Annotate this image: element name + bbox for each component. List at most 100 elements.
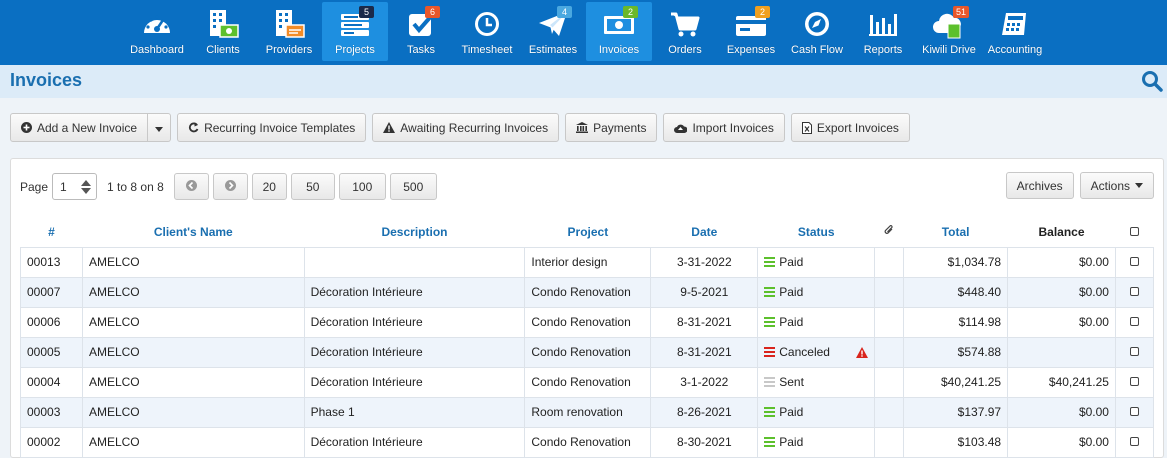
row-checkbox[interactable] <box>1129 287 1139 296</box>
invoice-total: $137.97 <box>903 396 1009 428</box>
invoice-number[interactable]: 00004 <box>20 366 83 398</box>
column-header-number[interactable]: # <box>21 217 83 247</box>
invoice-number[interactable]: 00003 <box>20 396 83 428</box>
add-invoice-button[interactable]: Add a New Invoice <box>10 113 149 142</box>
nav-item-cashflow[interactable]: Cash Flow <box>784 2 850 61</box>
nav-item-invoices[interactable]: 2 Invoices <box>586 2 652 61</box>
invoice-balance: $0.00 <box>1007 396 1116 428</box>
nav-item-accounting[interactable]: Accounting <box>982 2 1048 61</box>
status-bars-icon <box>764 286 776 298</box>
table-row[interactable]: 00003 AMELCO Phase 1 Room renovation 8-26-20… <box>20 396 1155 428</box>
row-checkbox[interactable] <box>1129 407 1139 416</box>
nav-item-estimates[interactable]: 4 Estimates <box>520 2 586 61</box>
status-bars-icon <box>764 406 776 418</box>
row-checkbox[interactable] <box>1129 377 1139 386</box>
awaiting-recurring-button[interactable]: Awaiting Recurring Invoices <box>372 113 560 142</box>
nav-item-timesheet[interactable]: Timesheet <box>454 2 520 61</box>
recurring-templates-label: Recurring Invoice Templates <box>204 120 356 135</box>
nav-label: Providers <box>265 44 313 56</box>
payments-button[interactable]: Payments <box>565 113 658 142</box>
invoice-date: 3-1-2022 <box>650 366 759 398</box>
nav-item-tasks[interactable]: 6 Tasks <box>388 2 454 61</box>
status-badge: Paid <box>764 435 868 449</box>
invoice-total: $1,034.78 <box>903 246 1009 278</box>
table-row[interactable]: 00002 AMELCO Décoration Intérieure Condo Re… <box>20 426 1155 458</box>
row-checkbox[interactable] <box>1129 317 1139 326</box>
invoice-total: $114.98 <box>903 306 1009 338</box>
page-size-100-button[interactable]: 100 <box>338 173 386 200</box>
reports-icon <box>866 9 900 39</box>
page-range-text: 1 to 8 on 8 <box>107 179 164 194</box>
row-select-cell <box>1114 246 1155 278</box>
invoice-balance: $0.00 <box>1007 276 1116 308</box>
dashboard-icon <box>140 9 174 39</box>
page-size-20-button[interactable]: 20 <box>251 173 287 200</box>
invoice-number[interactable]: 00007 <box>20 276 83 308</box>
column-header-status[interactable]: Status <box>758 217 875 247</box>
column-header-project[interactable]: Project <box>525 217 651 247</box>
table-row[interactable]: 00004 AMELCO Décoration Intérieure Condo Re… <box>20 366 1155 398</box>
project-name: Condo Renovation <box>524 276 652 308</box>
cart-icon <box>668 9 702 39</box>
row-checkbox[interactable] <box>1129 347 1139 356</box>
nav-item-expenses[interactable]: 2 Expenses <box>718 2 784 61</box>
nav-item-reports[interactable]: Reports <box>850 2 916 61</box>
estimates-badge: 4 <box>557 6 572 18</box>
invoice-number[interactable]: 00002 <box>20 426 83 458</box>
status-badge: Paid <box>764 255 868 269</box>
import-invoices-button[interactable]: Import Invoices <box>663 113 785 142</box>
row-select-cell <box>1114 306 1155 338</box>
nav-item-clients[interactable]: Clients <box>190 2 256 61</box>
status-text: Paid <box>779 315 804 329</box>
column-header-attachment <box>875 217 904 247</box>
page-title: Invoices <box>10 70 83 90</box>
nav-label: Invoices <box>598 44 640 56</box>
bank-icon <box>576 122 589 133</box>
recurring-templates-button[interactable]: Recurring Invoice Templates <box>177 113 367 142</box>
timesheet-icon <box>470 9 504 39</box>
table-row[interactable]: 00006 AMELCO Décoration Intérieure Condo Re… <box>20 306 1155 338</box>
column-header-balance: Balance <box>1038 224 1085 239</box>
arrow-right-circle-icon <box>224 179 236 194</box>
nav-label: Expenses <box>726 44 776 56</box>
status-badge: Sent <box>764 375 868 389</box>
payments-label: Payments <box>593 120 647 135</box>
table-row[interactable]: 00005 AMELCO Décoration Intérieure Condo Re… <box>20 336 1155 368</box>
row-checkbox[interactable] <box>1129 257 1139 266</box>
invoice-table: # Client's Name Description Project Date… <box>20 217 1155 458</box>
archives-button[interactable]: Archives <box>1005 172 1074 199</box>
table-row[interactable]: 00007 AMELCO Décoration Intérieure Condo Re… <box>20 276 1155 308</box>
row-checkbox[interactable] <box>1129 437 1139 446</box>
next-page-button[interactable] <box>212 173 248 200</box>
invoice-number[interactable]: 00013 <box>20 246 83 278</box>
client-name: AMELCO <box>81 306 305 338</box>
column-header-total[interactable]: Total <box>904 217 1008 247</box>
status-bars-icon <box>764 346 776 358</box>
project-name: Condo Renovation <box>524 366 652 398</box>
nav-item-kiwili-drive[interactable]: 51 Kiwili Drive <box>916 2 982 61</box>
status-text: Paid <box>779 405 804 419</box>
page-size-500-button[interactable]: 500 <box>389 173 437 200</box>
export-invoices-button[interactable]: Export Invoices <box>790 113 910 142</box>
invoice-number[interactable]: 00006 <box>20 306 83 338</box>
column-header-description[interactable]: Description <box>304 217 525 247</box>
nav-item-projects[interactable]: 5 Projects <box>322 2 388 61</box>
invoice-number[interactable]: 00005 <box>20 336 83 368</box>
nav-item-dashboard[interactable]: Dashboard <box>124 2 190 61</box>
add-invoice-dropdown-button[interactable] <box>148 113 172 142</box>
table-row[interactable]: 00013 AMELCO Interior design 3-31-2022 Paid $… <box>20 246 1155 278</box>
prev-page-button[interactable] <box>173 173 209 200</box>
nav-item-orders[interactable]: Orders <box>652 2 718 61</box>
page-size-50-button[interactable]: 50 <box>290 173 335 200</box>
cloud-upload-icon <box>674 123 688 133</box>
column-header-client[interactable]: Client's Name <box>82 217 304 247</box>
invoice-total: $574.88 <box>903 336 1009 368</box>
nav-label: Tasks <box>406 44 436 56</box>
column-header-date[interactable]: Date <box>651 217 758 247</box>
search-icon[interactable] <box>1141 70 1163 95</box>
attachment-cell <box>874 306 905 338</box>
nav-item-providers[interactable]: Providers <box>256 2 322 61</box>
select-all-checkbox[interactable] <box>1129 226 1139 236</box>
page-number-stepper[interactable]: 1 <box>52 173 98 200</box>
actions-dropdown-button[interactable]: Actions <box>1079 172 1154 199</box>
